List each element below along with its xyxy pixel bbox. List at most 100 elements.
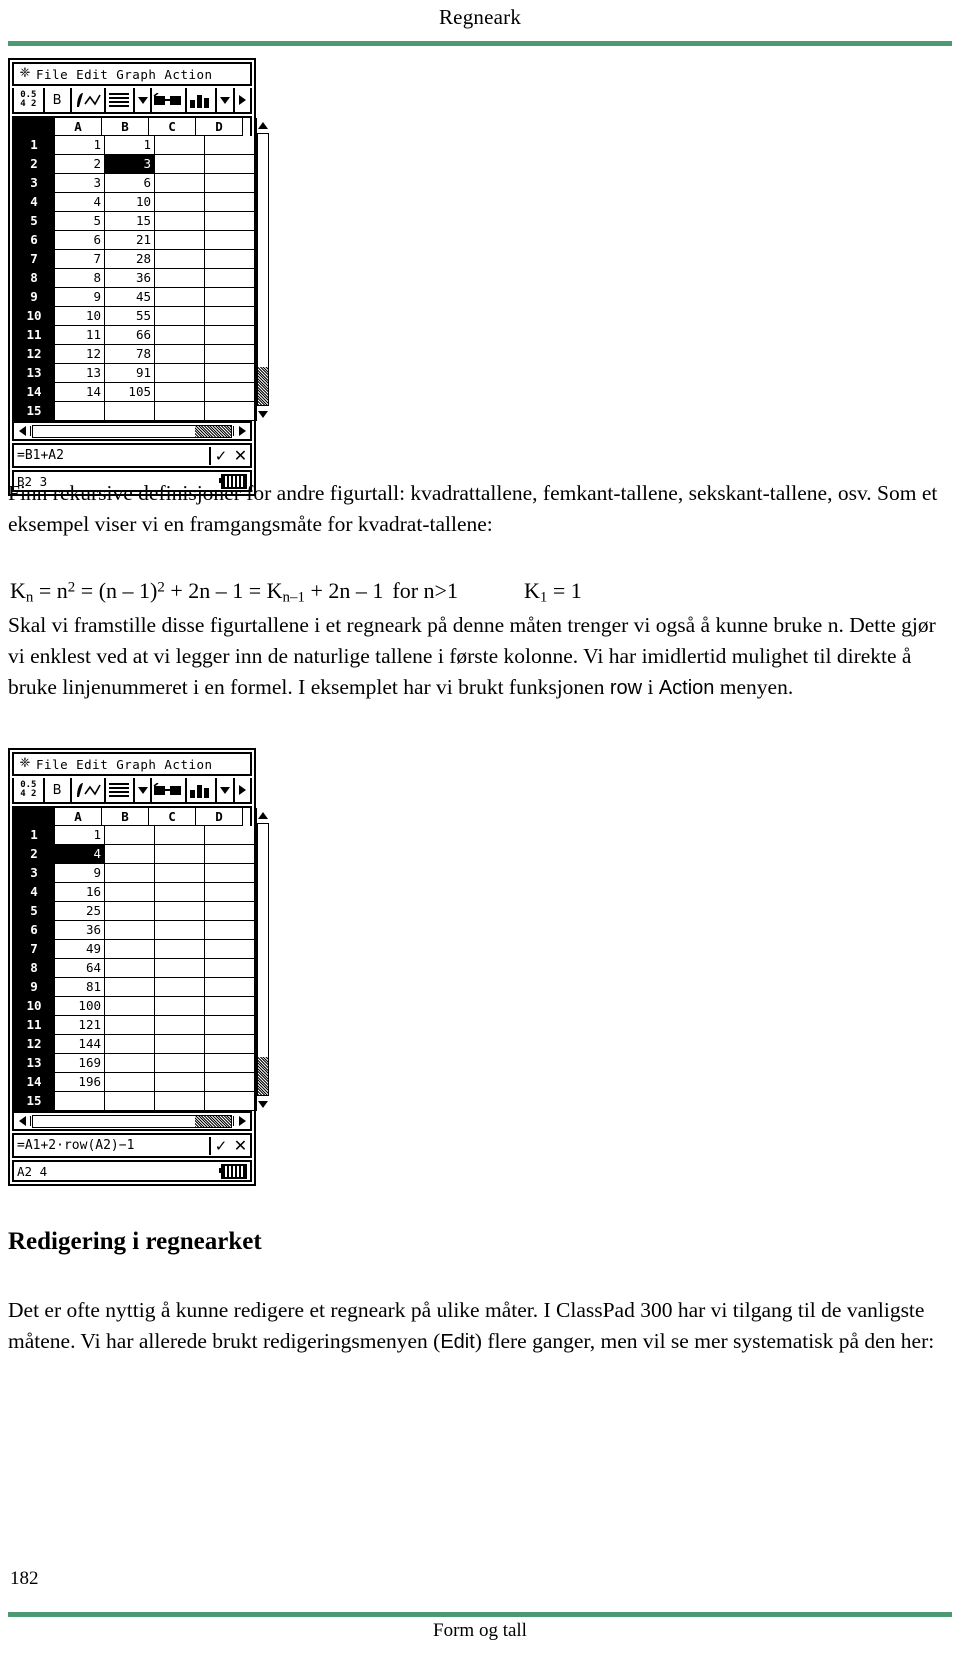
cell-a14[interactable]: 196 bbox=[55, 1073, 105, 1092]
row-header[interactable]: 4 bbox=[14, 193, 55, 212]
cell-d9[interactable] bbox=[205, 288, 255, 307]
cell-a13[interactable]: 169 bbox=[55, 1054, 105, 1073]
cell-d14[interactable] bbox=[205, 383, 255, 402]
hscroll-grip[interactable] bbox=[195, 425, 231, 437]
table-row[interactable]: 336 bbox=[14, 174, 255, 193]
cell-d3[interactable] bbox=[205, 864, 255, 883]
cell-b15[interactable] bbox=[105, 402, 155, 421]
cell-d4[interactable] bbox=[205, 193, 255, 212]
table-row[interactable]: 24 bbox=[14, 845, 255, 864]
scroll-left-icon-2[interactable] bbox=[14, 1116, 31, 1126]
cell-a12[interactable]: 12 bbox=[55, 345, 105, 364]
row-header[interactable]: 15 bbox=[14, 1092, 55, 1111]
cell-a12[interactable]: 144 bbox=[55, 1035, 105, 1054]
scroll-up-icon[interactable] bbox=[258, 118, 268, 132]
cell-a6[interactable]: 36 bbox=[55, 921, 105, 940]
cell-d14[interactable] bbox=[205, 1073, 255, 1092]
table-row[interactable]: 6 36 bbox=[14, 921, 255, 940]
scroll-down-icon-2[interactable] bbox=[258, 1097, 268, 1111]
cell-b4[interactable]: 10 bbox=[105, 193, 155, 212]
cell-b7[interactable] bbox=[105, 940, 155, 959]
cell-d5[interactable] bbox=[205, 902, 255, 921]
cell-c2[interactable] bbox=[155, 845, 205, 864]
cell-a9[interactable]: 9 bbox=[55, 288, 105, 307]
hscroll-thumb[interactable] bbox=[33, 425, 197, 437]
row-header[interactable]: 5 bbox=[14, 902, 55, 921]
spreadsheet-grid-1[interactable]: A B C D 1 1 1 2 2 3 3 3 6 4 4 10 5 5 15 6 6 21 7 7 28 8 8 36 9 9 4… bbox=[12, 116, 269, 423]
cell-a11[interactable]: 11 bbox=[55, 326, 105, 345]
vscroll-track-2[interactable] bbox=[257, 823, 269, 1096]
cell-c12[interactable] bbox=[155, 345, 205, 364]
cell-d2[interactable] bbox=[205, 845, 255, 864]
bar-chart-icon[interactable] bbox=[187, 88, 218, 112]
table-row[interactable]: 7 7 28 bbox=[14, 250, 255, 269]
vscroll-track[interactable] bbox=[257, 133, 269, 406]
cell-d5[interactable] bbox=[205, 212, 255, 231]
cell-b9[interactable] bbox=[105, 978, 155, 997]
row-header[interactable]: 3 bbox=[14, 174, 55, 193]
column-header-b[interactable]: B bbox=[102, 118, 149, 136]
decimal-fraction-icon-2[interactable]: 0.5 4 2 bbox=[14, 778, 45, 802]
cell-b11[interactable] bbox=[105, 1016, 155, 1035]
cell-c14[interactable] bbox=[155, 1073, 205, 1092]
cell-c13[interactable] bbox=[155, 364, 205, 383]
cell-c15[interactable] bbox=[155, 402, 205, 421]
hscroll-grip-2[interactable] bbox=[195, 1115, 231, 1127]
cell-d6[interactable] bbox=[205, 921, 255, 940]
row-header[interactable]: 9 bbox=[14, 288, 55, 307]
cell-d7[interactable] bbox=[205, 940, 255, 959]
table-row[interactable]: 111 bbox=[14, 136, 255, 155]
cell-c12[interactable] bbox=[155, 1035, 205, 1054]
column-header-a-2[interactable]: A bbox=[55, 808, 102, 826]
cell-c5[interactable] bbox=[155, 212, 205, 231]
cell-a15[interactable] bbox=[55, 1092, 105, 1111]
vscroll-thumb[interactable] bbox=[258, 134, 268, 369]
cell-a8[interactable]: 64 bbox=[55, 959, 105, 978]
row-header[interactable]: 10 bbox=[14, 997, 55, 1016]
cell-a2[interactable]: 4 bbox=[55, 845, 105, 864]
table-row[interactable]: 223 bbox=[14, 155, 255, 174]
decimal-fraction-icon[interactable]: 0.5 4 2 bbox=[14, 88, 45, 112]
next-toolbar-icon[interactable] bbox=[235, 88, 250, 112]
horizontal-scrollbar-2[interactable] bbox=[12, 1113, 252, 1131]
cell-d1[interactable] bbox=[205, 136, 255, 155]
column-header-d-2[interactable]: D bbox=[196, 808, 243, 826]
cell-a4[interactable]: 16 bbox=[55, 883, 105, 902]
cell-d13[interactable] bbox=[205, 364, 255, 383]
cell-d11[interactable] bbox=[205, 326, 255, 345]
cell-c5[interactable] bbox=[155, 902, 205, 921]
row-header[interactable]: 1 bbox=[14, 136, 55, 155]
row-header[interactable]: 11 bbox=[14, 1016, 55, 1035]
cell-a14[interactable]: 14 bbox=[55, 383, 105, 402]
glasses-icon-2[interactable] bbox=[152, 778, 187, 802]
cell-c8[interactable] bbox=[155, 269, 205, 288]
cell-d15[interactable] bbox=[205, 402, 255, 421]
row-header[interactable]: 14 bbox=[14, 1073, 55, 1092]
cell-d12[interactable] bbox=[205, 1035, 255, 1054]
formula-input-1[interactable]: =B1+A2 bbox=[14, 448, 209, 463]
table-row[interactable]: 4 4 10 bbox=[14, 193, 255, 212]
row-header[interactable]: 8 bbox=[14, 959, 55, 978]
cell-b12[interactable] bbox=[105, 1035, 155, 1054]
table-row[interactable]: 13 169 bbox=[14, 1054, 255, 1073]
cell-b3[interactable] bbox=[105, 864, 155, 883]
table-row[interactable]: 4 16 bbox=[14, 883, 255, 902]
row-header[interactable]: 9 bbox=[14, 978, 55, 997]
scroll-right-icon-2[interactable] bbox=[233, 1116, 250, 1126]
cell-c6[interactable] bbox=[155, 231, 205, 250]
column-header-b-2[interactable]: B bbox=[102, 808, 149, 826]
cell-b12[interactable]: 78 bbox=[105, 345, 155, 364]
formula-bar-2[interactable]: =A1+2·row(A2)−1 ✓ ✕ bbox=[12, 1133, 252, 1158]
table-row[interactable]: 14 14 105 bbox=[14, 383, 255, 402]
row-header[interactable]: 15 bbox=[14, 402, 55, 421]
table-row[interactable]: 11 bbox=[14, 826, 255, 845]
cell-a13[interactable]: 13 bbox=[55, 364, 105, 383]
cell-a3[interactable]: 9 bbox=[55, 864, 105, 883]
cell-b13[interactable] bbox=[105, 1054, 155, 1073]
lines-icon[interactable] bbox=[106, 88, 135, 112]
next-toolbar-icon-2[interactable] bbox=[235, 778, 250, 802]
cell-b13[interactable]: 91 bbox=[105, 364, 155, 383]
row-header[interactable]: 12 bbox=[14, 345, 55, 364]
cell-c7[interactable] bbox=[155, 940, 205, 959]
cell-a10[interactable]: 100 bbox=[55, 997, 105, 1016]
